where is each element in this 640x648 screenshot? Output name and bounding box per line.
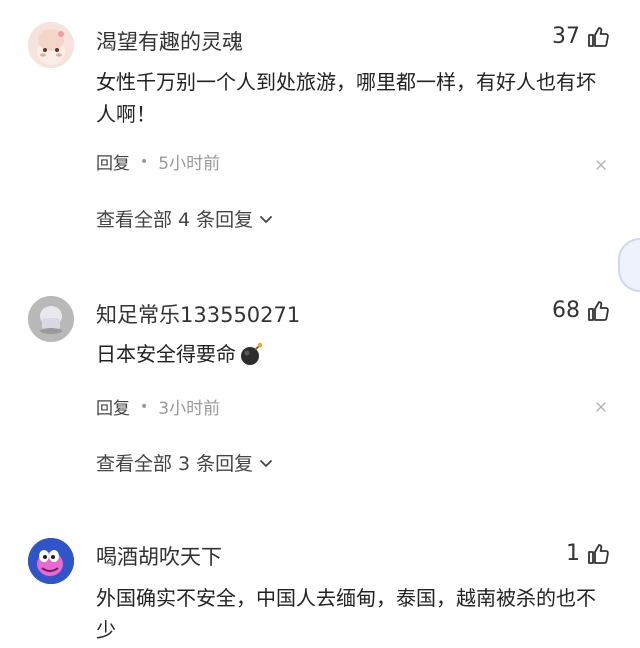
reply-button[interactable]: 回复 [96, 149, 130, 174]
like-button[interactable]: 68 [552, 298, 610, 323]
avatar[interactable] [28, 538, 74, 584]
comment-text: 女性千万别一个人到处旅游，哪里都一样，有好人也有坏人啊！ [96, 70, 596, 126]
comment-list: 渴望有趣的灵魂 37 女性千万别一个人到处旅游，哪里都一样，有好人也有坏人啊！ … [0, 0, 640, 648]
thumbs-up-icon [588, 26, 609, 47]
close-icon[interactable] [594, 158, 608, 172]
avatar[interactable] [28, 296, 74, 342]
avatar[interactable] [28, 22, 74, 68]
comment-text: 日本安全得要命 [96, 338, 606, 370]
chevron-down-icon [260, 215, 273, 223]
avatar-doll-image [28, 22, 74, 68]
like-count: 37 [552, 24, 580, 49]
separator-dot: • [140, 398, 149, 415]
close-icon[interactable] [594, 400, 608, 414]
comment-text-body: 日本安全得要命 [96, 342, 236, 366]
view-replies-label: 查看全部 3 条回复 [96, 453, 254, 475]
like-count: 68 [552, 298, 580, 323]
view-replies-label: 查看全部 4 条回复 [96, 209, 254, 231]
bomb-emoji [241, 342, 263, 365]
comment-text: 外国确实不安全，中国人去缅甸，泰国，越南被杀的也不少 [96, 586, 596, 642]
thumbs-up-icon [588, 300, 609, 321]
view-replies-button[interactable]: 查看全部 4 条回复 [96, 205, 275, 232]
comment-meta: 回复 • 3小时前 [96, 394, 221, 420]
avatar-cartoon-image [28, 538, 74, 584]
comment-meta: 回复 • 5小时前 [96, 149, 221, 175]
like-button[interactable]: 1 [566, 541, 610, 566]
username[interactable]: 喝酒胡吹天下 [96, 541, 222, 571]
timestamp: 5小时前 [158, 154, 221, 174]
view-replies-button[interactable]: 查看全部 3 条回复 [96, 449, 275, 476]
username[interactable]: 渴望有趣的灵魂 [96, 26, 243, 56]
thumbs-up-icon [588, 543, 609, 564]
like-button[interactable]: 37 [552, 24, 610, 49]
timestamp: 3小时前 [158, 399, 221, 419]
separator-dot: • [140, 153, 149, 170]
avatar-ball-image [28, 296, 74, 342]
reply-button[interactable]: 回复 [96, 394, 130, 419]
like-count: 1 [566, 541, 580, 566]
chevron-down-icon [260, 459, 273, 467]
username[interactable]: 知足常乐133550271 [96, 299, 300, 329]
side-float-button[interactable] [618, 238, 640, 292]
